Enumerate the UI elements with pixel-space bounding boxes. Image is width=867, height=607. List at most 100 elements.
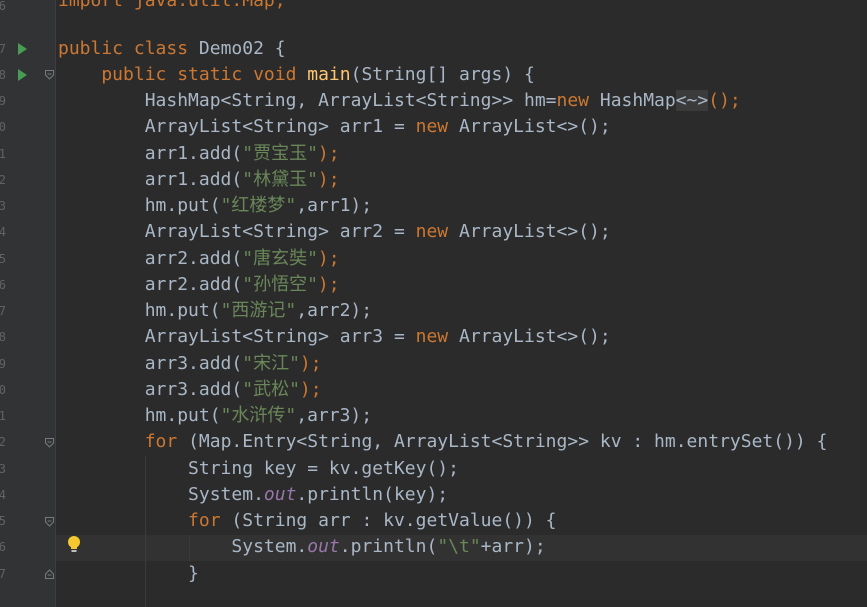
folded-generic[interactable]: <~> xyxy=(675,90,709,111)
code-text: ); xyxy=(317,248,340,269)
string-literal: "孙悟空" xyxy=(242,274,318,295)
code-text: String key = kv.getKey(); xyxy=(58,458,459,479)
keyword: new xyxy=(415,116,459,137)
code-line[interactable]: ArrayList<String> arr2 = new ArrayList<>… xyxy=(58,219,611,245)
string-literal: "唐玄奘" xyxy=(242,248,318,269)
run-icon[interactable] xyxy=(18,69,27,81)
keyword: new xyxy=(415,221,459,242)
code-line[interactable]: arr1.add("林黛玉"); xyxy=(58,167,340,193)
keyword: for xyxy=(188,510,232,531)
code-line[interactable]: System.out.println(key); xyxy=(58,482,448,508)
fold-icon[interactable] xyxy=(45,438,54,448)
line-number: 3 xyxy=(0,199,6,213)
code-text: HashMap<String, ArrayList<String>> hm= xyxy=(58,90,557,111)
editor-gutter xyxy=(0,0,56,607)
code-line[interactable]: HashMap<String, ArrayList<String>> hm=ne… xyxy=(58,88,741,114)
gutter-divider xyxy=(55,0,56,607)
code-text: (); xyxy=(708,90,741,111)
code-text: hm.put( xyxy=(58,300,221,321)
code-text: } xyxy=(58,563,199,584)
string-literal: "红楼梦" xyxy=(220,195,297,216)
code-text: ,arr1); xyxy=(296,195,373,216)
code-line[interactable]: hm.put("水浒传",arr3); xyxy=(58,403,372,429)
code-line[interactable]: arr3.add("武松"); xyxy=(58,377,322,403)
line-number: 9 xyxy=(0,357,6,371)
static-field: out xyxy=(263,484,297,505)
code-text: ArrayList<>(); xyxy=(458,326,611,347)
code-text: Demo02 { xyxy=(198,38,286,59)
code-text: .println( xyxy=(339,536,438,557)
line-number: 2 xyxy=(0,173,6,187)
code-text: arr3.add( xyxy=(58,353,243,374)
fold-icon[interactable] xyxy=(45,569,54,579)
line-number: 6 xyxy=(0,0,6,13)
code-text: arr3.add( xyxy=(58,379,243,400)
code-text: ,arr2); xyxy=(296,300,373,321)
code-line[interactable]: String key = kv.getKey(); xyxy=(58,456,459,482)
code-text: .println(key); xyxy=(296,484,449,505)
line-number: 7 xyxy=(0,304,6,318)
code-text: import java.util.Map; xyxy=(58,0,286,11)
code-text: hm.put( xyxy=(58,405,221,426)
string-literal: "贾宝玉" xyxy=(242,143,318,164)
fold-icon[interactable] xyxy=(45,70,54,80)
code-line[interactable]: } xyxy=(58,561,199,587)
code-line[interactable]: ArrayList<String> arr3 = new ArrayList<>… xyxy=(58,324,611,350)
static-field: out xyxy=(307,536,340,557)
string-literal: "西游记" xyxy=(220,300,297,321)
code-text: System. xyxy=(58,484,264,505)
keyword: public static void xyxy=(58,64,308,85)
line-number: 5 xyxy=(0,252,6,266)
code-line[interactable]: System.out.println("\t"+arr); xyxy=(58,534,546,560)
code-text: ); xyxy=(317,143,340,164)
code-line[interactable]: public static void main(String[] args) { xyxy=(58,62,535,88)
code-line[interactable]: import java.util.Map; xyxy=(58,0,286,14)
code-text: ); xyxy=(317,169,340,190)
code-text: HashMap xyxy=(599,90,676,111)
keyword: for xyxy=(144,431,189,452)
code-text: arr2.add( xyxy=(58,248,243,269)
code-line[interactable]: arr1.add("贾宝玉"); xyxy=(58,141,340,167)
string-literal: "林黛玉" xyxy=(242,169,318,190)
code-line[interactable]: for (Map.Entry<String, ArrayList<String>… xyxy=(58,429,828,455)
line-number: 7 xyxy=(0,42,6,56)
code-text: ArrayList<String> arr2 = xyxy=(58,221,416,242)
code-text: ); xyxy=(299,379,322,400)
line-number: 9 xyxy=(0,94,6,108)
code-line[interactable]: arr3.add("宋江"); xyxy=(58,351,322,377)
string-literal: "水浒传" xyxy=(220,405,297,426)
keyword: public class xyxy=(58,38,199,59)
code-line[interactable]: for (String arr : kv.getValue()) { xyxy=(58,508,556,534)
line-number: 2 xyxy=(0,435,6,449)
line-number: 6 xyxy=(0,540,6,554)
code-line[interactable]: hm.put("西游记",arr2); xyxy=(58,298,372,324)
run-icon[interactable] xyxy=(18,43,27,55)
line-number: 1 xyxy=(0,409,6,423)
code-line[interactable]: arr2.add("唐玄奘"); xyxy=(58,246,340,272)
code-text: arr1.add( xyxy=(58,169,243,190)
line-number: 6 xyxy=(0,278,6,292)
string-literal: "宋江" xyxy=(242,353,300,374)
code-line[interactable]: ArrayList<String> arr1 = new ArrayList<>… xyxy=(58,114,611,140)
code-text: +arr); xyxy=(480,536,546,557)
line-number: 0 xyxy=(0,383,6,397)
line-number: 8 xyxy=(0,68,6,82)
code-text: arr2.add( xyxy=(58,274,243,295)
line-number: 0 xyxy=(0,120,6,134)
keyword: new xyxy=(415,326,459,347)
code-text: hm.put( xyxy=(58,195,221,216)
line-number: 1 xyxy=(0,147,6,161)
line-number: 7 xyxy=(0,567,6,581)
method-name: main xyxy=(307,64,351,85)
line-number: 3 xyxy=(0,462,6,476)
code-text: (Map.Entry<String, ArrayList<String>> kv… xyxy=(188,431,828,452)
fold-icon[interactable] xyxy=(45,517,54,527)
code-line[interactable]: arr2.add("孙悟空"); xyxy=(58,272,340,298)
code-text: System. xyxy=(58,536,308,557)
line-number: 5 xyxy=(0,514,6,528)
string-literal: "武松" xyxy=(242,379,300,400)
code-line[interactable]: hm.put("红楼梦",arr1); xyxy=(58,193,372,219)
code-line[interactable]: public class Demo02 { xyxy=(58,36,286,62)
code-text: ArrayList<>(); xyxy=(458,116,611,137)
